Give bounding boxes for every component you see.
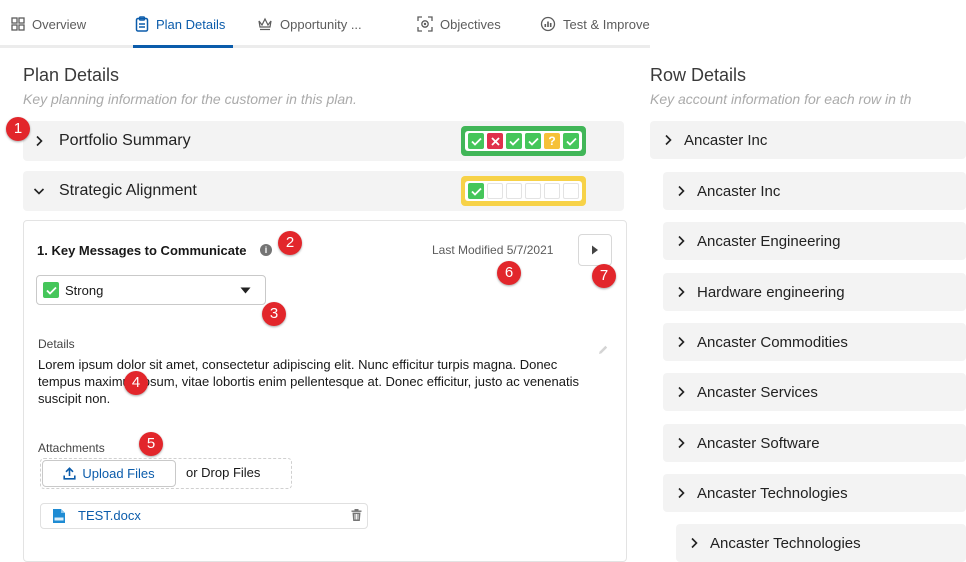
info-icon[interactable]: i <box>260 244 272 256</box>
rating-value: Strong <box>65 282 104 298</box>
details-text: Lorem ipsum dolor sit amet, consectetur … <box>38 357 579 406</box>
chevron-right-icon <box>678 286 685 298</box>
tab-label: Objectives <box>440 16 501 32</box>
chevron-right-icon <box>665 134 672 146</box>
details-label: Details <box>38 337 75 351</box>
row-item[interactable]: Ancaster Technologies <box>663 474 966 512</box>
row-item[interactable]: Ancaster Commodities <box>663 323 966 361</box>
callout-badge-3: 3 <box>262 302 286 326</box>
tab-label: Test & Improve <box>563 16 650 32</box>
row-item[interactable]: Ancaster Engineering <box>663 222 966 260</box>
x-cell-icon <box>487 133 503 149</box>
tab-divider <box>0 45 650 48</box>
callout-badge-7: 7 <box>592 264 616 288</box>
check-cell-icon <box>563 133 579 149</box>
row-details-title: Row Details <box>650 65 747 85</box>
upload-label: Upload Files <box>82 466 155 481</box>
row-label: Ancaster Technologies <box>710 534 861 552</box>
chevron-right-icon <box>678 437 685 449</box>
check-cell-icon <box>525 133 541 149</box>
check-cell-icon <box>468 133 484 149</box>
plan-details-title: Plan Details <box>23 65 120 85</box>
callout-badge-5: 5 <box>139 432 163 456</box>
row-label: Ancaster Inc <box>697 182 781 200</box>
upload-files-button[interactable]: Upload Files <box>42 460 176 487</box>
row-label: Hardware engineering <box>697 283 845 301</box>
tab-overview[interactable]: Overview <box>11 14 86 34</box>
empty-cell <box>544 183 560 199</box>
chevron-right-icon <box>678 487 685 499</box>
row-item[interactable]: Ancaster Inc <box>663 172 966 210</box>
row-item[interactable]: Ancaster Software <box>663 424 966 462</box>
target-icon <box>417 16 433 32</box>
tab-label: Plan Details <box>156 16 226 32</box>
key-messages-title: 1. Key Messages to Communicate <box>37 243 247 258</box>
row-label: Ancaster Technologies <box>697 484 848 502</box>
chevron-right-icon <box>678 336 685 348</box>
row-item[interactable]: Ancaster Technologies <box>676 524 966 562</box>
crown-icon <box>257 17 273 31</box>
attachment-name[interactable]: TEST.docx <box>78 508 141 523</box>
attachments-label: Attachments <box>38 441 105 455</box>
tab-label: Opportunity ... <box>280 16 362 32</box>
row-item[interactable]: Hardware engineering <box>663 273 966 311</box>
tab-label: Overview <box>32 16 87 32</box>
active-tab-indicator <box>133 45 233 48</box>
strategic-status-indicator <box>461 176 586 206</box>
drop-files-text: or Drop Files <box>186 465 261 480</box>
row-label: Ancaster Services <box>697 383 818 401</box>
last-modified-text: Last Modified 5/7/2021 <box>432 243 554 257</box>
callout-badge-1: 1 <box>6 117 30 141</box>
row-details-subtitle: Key account information for each row in … <box>650 91 912 107</box>
row-item[interactable]: Ancaster Inc <box>650 121 966 159</box>
tab-plan-details[interactable]: Plan Details <box>135 14 225 34</box>
chevron-down-icon <box>33 188 45 195</box>
chevron-right-icon <box>678 235 685 247</box>
upload-icon <box>63 467 76 480</box>
rating-select[interactable]: Strong <box>36 275 266 305</box>
empty-cell <box>487 183 503 199</box>
callout-badge-2: 2 <box>278 231 302 255</box>
doc-file-icon <box>52 508 66 529</box>
tab-opportunity[interactable]: Opportunity ... <box>257 14 362 34</box>
empty-cell <box>506 183 522 199</box>
chevron-right-icon <box>678 185 685 197</box>
accordion-label: Strategic Alignment <box>59 182 197 199</box>
trash-icon[interactable] <box>351 508 362 526</box>
tab-test-improve[interactable]: Test & Improve <box>540 14 650 34</box>
next-button[interactable] <box>578 234 612 266</box>
check-cell-icon <box>468 183 484 199</box>
row-label: Ancaster Inc <box>684 131 768 149</box>
clipboard-icon <box>135 16 149 32</box>
portfolio-status-indicator: ? <box>461 126 586 156</box>
accordion-label: Portfolio Summary <box>59 132 191 149</box>
row-item[interactable]: Ancaster Services <box>663 373 966 411</box>
plan-details-subtitle: Key planning information for the custome… <box>23 91 357 107</box>
tab-bar: Overview Plan Details Opportunity ... Ob… <box>0 0 966 48</box>
pencil-icon[interactable] <box>597 343 609 361</box>
row-label: Ancaster Software <box>697 434 820 452</box>
gauge-icon <box>540 16 556 32</box>
chevron-right-icon <box>691 537 698 549</box>
check-cell-icon <box>506 133 522 149</box>
play-icon <box>592 245 598 255</box>
empty-cell <box>563 183 579 199</box>
chevron-right-icon <box>678 386 685 398</box>
callout-badge-6: 6 <box>497 261 521 285</box>
empty-cell <box>525 183 541 199</box>
grid-icon <box>11 17 25 31</box>
row-label: Ancaster Commodities <box>697 333 848 351</box>
caret-down-icon <box>240 287 251 294</box>
question-cell-icon: ? <box>544 133 560 149</box>
callout-badge-4: 4 <box>124 371 148 395</box>
row-label: Ancaster Engineering <box>697 232 841 250</box>
tab-objectives[interactable]: Objectives <box>417 14 501 34</box>
chevron-right-icon <box>36 135 43 147</box>
checkmark-icon <box>43 282 59 298</box>
